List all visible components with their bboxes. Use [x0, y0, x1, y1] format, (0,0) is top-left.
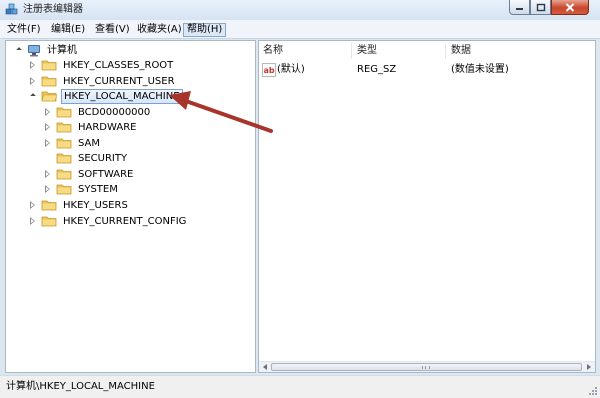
computer-icon	[28, 44, 40, 56]
column-separator[interactable]	[445, 43, 446, 59]
folder-icon	[41, 60, 57, 71]
tree-label: SYSTEM	[78, 183, 118, 195]
tree-node-sam[interactable]: SAM	[43, 135, 102, 151]
minimize-icon	[516, 7, 523, 10]
tree-label: BCD00000000	[78, 106, 151, 118]
title-bar: 注册表编辑器	[0, 0, 600, 20]
folder-icon	[56, 169, 72, 180]
column-header-name[interactable]: 名称	[263, 44, 283, 58]
window-title: 注册表编辑器	[23, 4, 83, 15]
menu-help[interactable]: 帮助(H)	[183, 23, 227, 37]
collapsed-arrow-icon[interactable]	[43, 169, 53, 179]
tree-label: HKEY_CURRENT_CONFIG	[63, 215, 187, 227]
grip-icon	[422, 366, 430, 369]
menu-file[interactable]: 文件(F)	[4, 23, 44, 37]
folder-icon	[56, 122, 72, 133]
collapsed-arrow-icon[interactable]	[28, 216, 38, 226]
column-separator[interactable]	[351, 43, 352, 59]
registry-tree[interactable]: 计算机 HKEY_CLASSES_ROOT HKEY_CURRENT_USER …	[5, 40, 256, 373]
collapsed-arrow-icon[interactable]	[43, 107, 53, 117]
value-list[interactable]: 名称 类型 数据 ab (默认) REG_SZ (数值未设置)	[258, 40, 596, 373]
tree-label: HARDWARE	[78, 121, 137, 133]
tree-label-selected: HKEY_LOCAL_MACHINE	[61, 88, 183, 104]
tree-node-software[interactable]: SOFTWARE	[43, 166, 135, 182]
string-value-icon: ab	[262, 63, 276, 77]
collapsed-arrow-icon[interactable]	[43, 122, 53, 132]
menu-edit[interactable]: 编辑(E)	[48, 23, 88, 37]
tree-root-label: 计算机	[47, 44, 77, 56]
tree-label: SOFTWARE	[78, 168, 134, 180]
status-path: 计算机\HKEY_LOCAL_MACHINE	[6, 381, 155, 392]
tree-label: SECURITY	[78, 152, 128, 164]
collapsed-arrow-icon[interactable]	[43, 184, 53, 194]
value-data: (数值未设置)	[451, 64, 509, 75]
horizontal-scrollbar[interactable]	[259, 361, 595, 372]
scroll-right-icon[interactable]	[584, 363, 594, 371]
tree-node-hkey-local-machine[interactable]: HKEY_LOCAL_MACHINE	[28, 88, 183, 104]
menu-bar: 文件(F) 编辑(E) 查看(V) 收藏夹(A) 帮助(H)	[0, 20, 600, 39]
folder-icon	[41, 200, 57, 211]
column-header-type[interactable]: 类型	[357, 44, 377, 58]
open-folder-icon	[41, 91, 57, 102]
status-bar: 计算机\HKEY_LOCAL_MACHINE	[0, 375, 600, 398]
maximize-button[interactable]	[530, 0, 551, 15]
tree-node-security[interactable]: SECURITY	[43, 150, 129, 166]
collapsed-arrow-icon[interactable]	[28, 60, 38, 70]
registry-editor-icon	[5, 3, 18, 15]
folder-icon	[41, 216, 57, 227]
expanded-arrow-icon[interactable]	[28, 91, 38, 101]
folder-icon	[56, 138, 72, 149]
resize-grip-icon[interactable]	[588, 386, 598, 396]
tree-node-hkey-current-config[interactable]: HKEY_CURRENT_CONFIG	[28, 213, 188, 229]
close-button[interactable]	[551, 0, 589, 15]
scroll-left-icon[interactable]	[260, 363, 270, 371]
tree-node-hkey-classes-root[interactable]: HKEY_CLASSES_ROOT	[28, 57, 175, 73]
tree-label: HKEY_CLASSES_ROOT	[63, 59, 174, 71]
tree-node-hardware[interactable]: HARDWARE	[43, 119, 138, 135]
tree-node-hkey-current-user[interactable]: HKEY_CURRENT_USER	[28, 73, 177, 89]
menu-view[interactable]: 查看(V)	[92, 23, 133, 37]
column-header-data[interactable]: 数据	[451, 44, 471, 58]
value-type: REG_SZ	[357, 64, 397, 75]
menu-favorites[interactable]: 收藏夹(A)	[134, 23, 185, 37]
folder-icon	[56, 107, 72, 118]
folder-icon	[56, 184, 72, 195]
svg-text:ab: ab	[264, 66, 275, 75]
collapsed-arrow-icon[interactable]	[28, 76, 38, 86]
tree-label: HKEY_USERS	[63, 199, 128, 211]
tree-node-hkey-users[interactable]: HKEY_USERS	[28, 197, 130, 213]
tree-node-computer[interactable]: 计算机	[14, 42, 79, 58]
value-name: (默认)	[277, 64, 305, 75]
tree-node-system[interactable]: SYSTEM	[43, 181, 120, 197]
collapsed-arrow-icon[interactable]	[28, 200, 38, 210]
scroll-thumb[interactable]	[271, 363, 582, 371]
collapsed-arrow-icon[interactable]	[43, 138, 53, 148]
folder-icon	[56, 153, 72, 164]
tree-label: HKEY_CURRENT_USER	[63, 75, 175, 87]
minimize-button[interactable]	[509, 0, 530, 15]
folder-icon	[41, 76, 57, 87]
maximize-icon	[536, 3, 545, 11]
expanded-arrow-icon[interactable]	[14, 45, 24, 55]
tree-node-bcd00000000[interactable]: BCD00000000	[43, 104, 152, 120]
close-icon	[565, 2, 575, 12]
tree-label: SAM	[78, 137, 101, 149]
no-expander	[43, 153, 53, 163]
